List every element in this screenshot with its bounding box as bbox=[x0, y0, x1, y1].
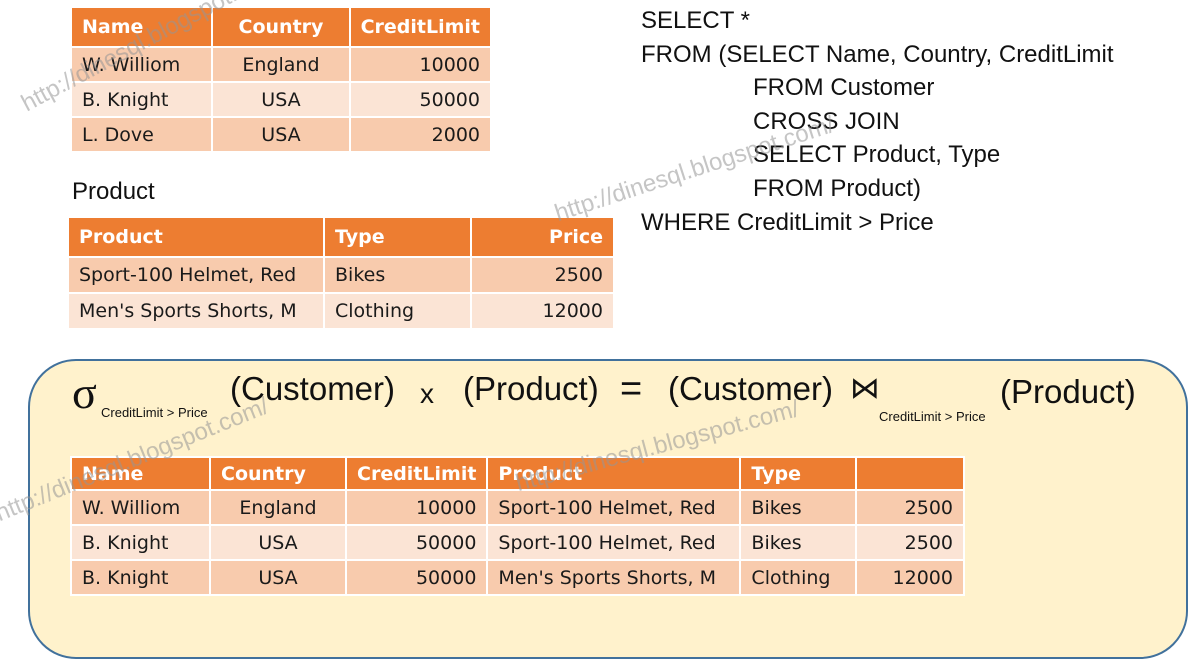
selection-condition: CreditLimit > Price bbox=[101, 405, 208, 420]
column-header: Country bbox=[209, 456, 347, 491]
column-header: Name bbox=[70, 456, 211, 491]
table-cell: USA bbox=[209, 559, 347, 596]
table-row: Sport-100 Helmet, Red Bikes 2500 bbox=[67, 256, 615, 294]
column-header: Country bbox=[211, 6, 351, 48]
table-cell: 50000 bbox=[344, 524, 489, 561]
table-cell: 2500 bbox=[855, 524, 965, 561]
column-header: CreditLimit bbox=[344, 456, 489, 491]
table-cell: Sport-100 Helmet, Red bbox=[486, 489, 742, 526]
table-cell: B. Knight bbox=[70, 524, 211, 561]
table-cell: England bbox=[211, 46, 351, 83]
table-cell: USA bbox=[209, 524, 347, 561]
sql-line: SELECT * bbox=[641, 7, 750, 34]
table-row: B. Knight USA 50000 Sport-100 Helmet, Re… bbox=[70, 524, 965, 561]
table-cell: L. Dove bbox=[69, 116, 214, 153]
table-row: Men's Sports Shorts, M Clothing 12000 bbox=[67, 292, 615, 330]
join-left-relation: (Customer) bbox=[668, 370, 834, 407]
table-cell: Men's Sports Shorts, M bbox=[486, 559, 742, 596]
table-cell: 10000 bbox=[344, 489, 489, 526]
sql-query: SELECT * FROM (SELECT Name, Country, Cre… bbox=[641, 4, 1114, 239]
table-row: B. Knight USA 50000 Men's Sports Shorts,… bbox=[70, 559, 965, 596]
table-cell: Bikes bbox=[739, 489, 858, 526]
table-cell: Clothing bbox=[739, 559, 858, 596]
result-table: Name Country CreditLimit Product Type W.… bbox=[70, 456, 965, 596]
column-header: Type bbox=[739, 456, 858, 491]
equals-symbol: = bbox=[620, 368, 643, 410]
product-relation: (Product) bbox=[463, 370, 599, 407]
table-row: L. Dove USA 2000 bbox=[69, 116, 493, 153]
sql-line: CROSS JOIN bbox=[753, 107, 900, 135]
table-cell: 12000 bbox=[855, 559, 965, 596]
table-cell: 2500 bbox=[855, 489, 965, 526]
table-cell: Bikes bbox=[739, 524, 858, 561]
sql-line: FROM Customer bbox=[753, 74, 935, 102]
table-header-row: Name Country CreditLimit Product Type bbox=[70, 456, 965, 491]
cross-product-symbol: x bbox=[420, 378, 434, 409]
table-cell: B. Knight bbox=[70, 559, 211, 596]
sql-line: WHERE CreditLimit > Price bbox=[641, 208, 934, 236]
column-header bbox=[855, 456, 965, 491]
column-header: Price bbox=[470, 216, 615, 258]
column-header: CreditLimit bbox=[348, 6, 493, 48]
table-header-row: Product Type Price bbox=[67, 216, 615, 258]
column-header: Type bbox=[323, 216, 472, 258]
table-cell: B. Knight bbox=[69, 81, 214, 118]
table-row: W. Williom England 10000 Sport-100 Helme… bbox=[70, 489, 965, 526]
table-cell: 50000 bbox=[348, 81, 493, 118]
table-cell: Bikes bbox=[323, 256, 472, 294]
table-cell: USA bbox=[211, 116, 351, 153]
table-cell: Sport-100 Helmet, Red bbox=[486, 524, 742, 561]
table-cell: USA bbox=[211, 81, 351, 118]
table-cell: 50000 bbox=[344, 559, 489, 596]
customer-relation: (Customer) bbox=[230, 370, 396, 407]
join-right-relation: (Product) bbox=[1000, 373, 1136, 410]
table-row: B. Knight USA 50000 bbox=[69, 81, 493, 118]
table-header-row: Name Country CreditLimit bbox=[69, 6, 493, 48]
table-cell: Men's Sports Shorts, M bbox=[67, 292, 325, 330]
column-header: Product bbox=[67, 216, 325, 258]
sql-line: SELECT Product, Type bbox=[753, 141, 1001, 169]
join-condition: CreditLimit > Price bbox=[879, 409, 986, 424]
column-header: Name bbox=[69, 6, 214, 48]
column-header: Product bbox=[486, 456, 742, 491]
table-cell: 2500 bbox=[470, 256, 615, 294]
product-caption: Product bbox=[72, 178, 155, 205]
table-cell: England bbox=[209, 489, 347, 526]
theta-join-symbol: ⋈ bbox=[850, 371, 880, 406]
table-cell: Sport-100 Helmet, Red bbox=[67, 256, 325, 294]
table-cell: W. Williom bbox=[70, 489, 211, 526]
customer-table: Name Country CreditLimit W. Williom Engl… bbox=[69, 6, 493, 153]
table-cell: 10000 bbox=[348, 46, 493, 83]
table-cell: W. Williom bbox=[69, 46, 214, 83]
sql-line: FROM (SELECT Name, Country, CreditLimit bbox=[641, 40, 1114, 68]
product-table: Product Type Price Sport-100 Helmet, Red… bbox=[67, 216, 615, 330]
sql-line: FROM Product) bbox=[753, 174, 922, 202]
table-cell: 2000 bbox=[348, 116, 493, 153]
table-row: W. Williom England 10000 bbox=[69, 46, 493, 83]
table-cell: 12000 bbox=[470, 292, 615, 330]
sigma-symbol: σ bbox=[72, 367, 97, 418]
table-cell: Clothing bbox=[323, 292, 472, 330]
